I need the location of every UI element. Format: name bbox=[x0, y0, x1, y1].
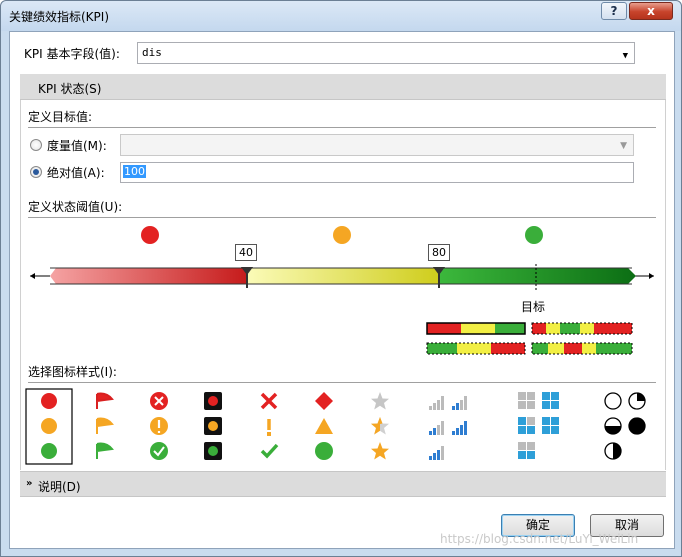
kpi-field-label: KPI 基本字段(值): bbox=[24, 47, 120, 61]
title-bar: 关键绩效指标(KPI) ? x bbox=[1, 1, 681, 31]
icon-set-shapes bbox=[315, 392, 333, 460]
icon-set-circled-symbols bbox=[150, 392, 168, 460]
divider bbox=[28, 127, 656, 128]
icon-set-pies bbox=[604, 392, 646, 460]
target-marker-label: 目标 bbox=[521, 300, 546, 314]
icon-set-circles bbox=[25, 388, 73, 465]
chevron-down-icon[interactable]: ▼ bbox=[620, 141, 627, 151]
color-scheme-presets[interactable] bbox=[426, 322, 636, 358]
icon-set-stars bbox=[371, 392, 389, 460]
description-section-label: 说明(D) bbox=[38, 480, 81, 494]
icon-set-symbols bbox=[260, 392, 279, 459]
scheme-red-yellow-green bbox=[426, 322, 526, 335]
icon-style-grid bbox=[25, 388, 646, 465]
threshold-1-label[interactable]: 40 bbox=[235, 244, 257, 261]
kpi-field-value: dis bbox=[142, 46, 162, 59]
dialog-body: KPI 基本字段(值): dis ▼ KPI 状态(S) 定义目标值: 度量值(… bbox=[9, 31, 675, 549]
status-section-header[interactable]: KPI 状态(S) bbox=[20, 74, 666, 100]
description-section-header[interactable]: » 说明(D) bbox=[20, 471, 666, 497]
divider bbox=[28, 217, 656, 218]
icon-style-group-label: 选择图标样式(I): bbox=[28, 365, 117, 379]
icon-set-bars bbox=[429, 396, 467, 460]
help-button[interactable]: ? bbox=[601, 2, 627, 20]
close-button[interactable]: x bbox=[629, 2, 673, 20]
orange-status-dot bbox=[333, 226, 351, 244]
threshold-2-label[interactable]: 80 bbox=[428, 244, 450, 261]
watermark: https://blog.csdn.net/LuYi_WeiLin bbox=[440, 532, 639, 546]
kpi-field-combo[interactable]: dis ▼ bbox=[137, 42, 635, 64]
absolute-value-input[interactable]: 100 bbox=[120, 162, 634, 183]
expand-icon[interactable]: » bbox=[26, 478, 32, 489]
chevron-down-icon[interactable]: ▼ bbox=[623, 51, 628, 61]
icon-set-traffic-lights bbox=[204, 392, 222, 460]
window-title: 关键绩效指标(KPI) bbox=[9, 10, 110, 24]
kpi-dialog: 关键绩效指标(KPI) ? x KPI 基本字段(值): dis ▼ KPI 状… bbox=[0, 0, 682, 557]
green-status-dot bbox=[525, 226, 543, 244]
absolute-value: 100 bbox=[123, 165, 146, 178]
scheme-green-yellow-red bbox=[426, 342, 526, 355]
icon-set-flags bbox=[96, 392, 114, 459]
status-section-label: KPI 状态(S) bbox=[38, 82, 102, 96]
threshold-group-label: 定义状态阈值(U): bbox=[28, 200, 123, 214]
red-status-dot bbox=[141, 226, 159, 244]
icon-set-boxes bbox=[518, 392, 559, 459]
measure-combo[interactable]: ▼ bbox=[120, 134, 634, 156]
absolute-label: 绝对值(A): bbox=[47, 166, 105, 180]
scheme-green-yellow-red-banded bbox=[531, 342, 633, 355]
absolute-radio[interactable] bbox=[30, 166, 42, 178]
measure-label: 度量值(M): bbox=[47, 139, 107, 153]
threshold-bar bbox=[30, 264, 654, 290]
target-group-label: 定义目标值: bbox=[28, 110, 93, 124]
measure-radio[interactable] bbox=[30, 139, 42, 151]
divider bbox=[28, 382, 656, 383]
scheme-red-yellow-green-banded bbox=[531, 322, 633, 335]
